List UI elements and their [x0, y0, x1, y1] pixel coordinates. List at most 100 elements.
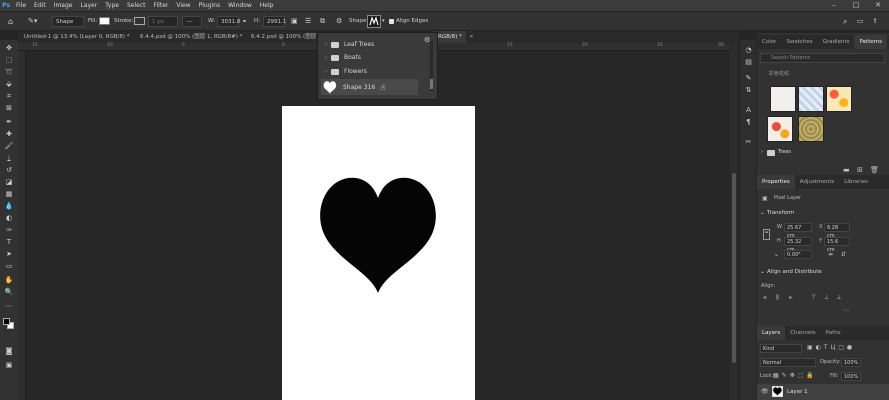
- chevron-right-icon[interactable]: ›: [761, 149, 763, 155]
- shape-folder-leaf-trees[interactable]: › Leaf Trees: [321, 38, 418, 51]
- character-icon[interactable]: A: [744, 106, 753, 115]
- align-top-icon[interactable]: ⊤: [811, 294, 816, 301]
- home-icon[interactable]: ⌂: [8, 16, 13, 27]
- dodge-tool-icon[interactable]: ◐: [3, 213, 15, 223]
- menu-file[interactable]: File: [12, 2, 30, 9]
- pattern-folder-trees[interactable]: Trees: [778, 149, 791, 155]
- lasso-tool-icon[interactable]: ➰: [3, 67, 15, 77]
- align-left-icon[interactable]: ⫷: [763, 294, 766, 302]
- link-icon[interactable]: ⚭: [763, 229, 770, 240]
- menu-type[interactable]: Type: [101, 2, 123, 9]
- eyedropper-tool-icon[interactable]: ✒: [3, 117, 15, 127]
- history-icon[interactable]: ◔: [744, 46, 753, 55]
- tab-adjustments[interactable]: Adjustments: [795, 175, 839, 189]
- transform-height-field[interactable]: 25.32 cm: [784, 237, 812, 253]
- eye-icon[interactable]: 👁: [761, 388, 769, 395]
- align-bottom-icon[interactable]: ⟂: [837, 294, 841, 302]
- gear-icon[interactable]: ⚙: [336, 16, 342, 27]
- pattern-thumb-flowers[interactable]: [826, 86, 852, 112]
- frame-tool-icon[interactable]: ⊠: [3, 103, 15, 113]
- tab-patterns[interactable]: Patterns: [854, 35, 888, 49]
- screen-mode-icon[interactable]: ▣: [3, 360, 15, 370]
- pen-tool-icon[interactable]: ✑: [3, 225, 15, 235]
- tab-libraries[interactable]: Libraries: [839, 175, 873, 189]
- workspace-icon[interactable]: ▭: [857, 16, 864, 27]
- object-select-tool-icon[interactable]: ⬙: [3, 79, 15, 89]
- brush-tool-icon[interactable]: 🖌: [3, 141, 15, 151]
- path-selection-tool-icon[interactable]: ➤: [3, 249, 15, 259]
- stroke-width-field[interactable]: 1 px: [148, 16, 178, 27]
- pattern-thumb-blue[interactable]: [798, 86, 824, 112]
- scrollbar-thumb[interactable]: [732, 173, 736, 363]
- healing-brush-tool-icon[interactable]: ✚: [3, 129, 15, 139]
- menu-filter[interactable]: Filter: [150, 2, 173, 9]
- menu-plugins[interactable]: Plugins: [195, 2, 225, 9]
- transform-x-field[interactable]: 8.28 cm: [824, 223, 850, 239]
- more-options-icon[interactable]: ⋯: [843, 307, 849, 314]
- transform-angle-field[interactable]: 0.00°: [784, 250, 812, 259]
- eraser-tool-icon[interactable]: ◪: [3, 177, 15, 187]
- crop-tool-icon[interactable]: ⌗: [3, 91, 15, 101]
- path-operations-icon[interactable]: ▣: [291, 16, 298, 27]
- shape-tool-icon[interactable]: ▭: [3, 261, 15, 271]
- blur-tool-icon[interactable]: 💧: [3, 201, 15, 211]
- scrollbar-thumb[interactable]: [430, 79, 433, 89]
- move-tool-icon[interactable]: ✥: [3, 43, 15, 53]
- tab-active-document[interactable]: RGB/8) *: [434, 31, 466, 43]
- opacity-field[interactable]: 100%: [841, 358, 861, 367]
- shape-folder-boats[interactable]: › Boats: [321, 51, 418, 64]
- layer-row[interactable]: 👁 Layer 1: [757, 384, 889, 400]
- fill-field[interactable]: 100%: [841, 372, 861, 381]
- align-middle-icon[interactable]: ⊥: [824, 294, 829, 301]
- menu-layer[interactable]: Layer: [76, 2, 101, 9]
- align-center-icon[interactable]: ⫼: [776, 294, 779, 302]
- mode-select[interactable]: Shape: [52, 16, 84, 27]
- flip-vertical-icon[interactable]: ⇵: [841, 251, 846, 258]
- gradient-tool-icon[interactable]: ▦: [3, 189, 15, 199]
- tab-layers[interactable]: Layers: [757, 326, 786, 340]
- stroke-swatch[interactable]: [134, 17, 145, 25]
- pattern-thumb-white[interactable]: [770, 86, 796, 112]
- new-group-icon[interactable]: ▬: [843, 166, 850, 174]
- shape-item-316[interactable]: Shape 316 ☝: [321, 79, 418, 95]
- tool-preset-icon[interactable]: ✎▾: [28, 16, 37, 27]
- tab-properties[interactable]: Properties: [757, 175, 795, 189]
- hand-tool-icon[interactable]: ✋: [3, 275, 15, 285]
- tab-untitled-1[interactable]: Untitled-1 @ 13.4% (Layer 0, RGB/8) *: [20, 31, 134, 43]
- clone-stamp-tool-icon[interactable]: ⍊: [3, 153, 15, 163]
- paragraph-icon[interactable]: ¶: [744, 118, 753, 127]
- stroke-type-select[interactable]: ──: [182, 16, 202, 27]
- layer-filter-icons[interactable]: ▣◐TЦ▢●: [807, 344, 855, 351]
- foreground-color-swatch[interactable]: [3, 318, 10, 325]
- align-right-icon[interactable]: ⫸: [789, 294, 792, 302]
- close-icon[interactable]: ✕: [867, 0, 889, 11]
- tab-gradients[interactable]: Gradients: [818, 35, 855, 49]
- chevron-down-icon[interactable]: ⌄: [760, 269, 765, 275]
- trash-icon[interactable]: 🗑: [870, 166, 879, 174]
- marquee-tool-icon[interactable]: ⬚: [3, 55, 15, 65]
- pattern-thumb-roses[interactable]: [767, 116, 793, 142]
- shape-folder-flowers[interactable]: › Flowers: [321, 65, 418, 78]
- zoom-tool-icon[interactable]: 🔍: [3, 287, 15, 297]
- type-tool-icon[interactable]: T: [3, 237, 15, 247]
- tab-644-psd[interactable]: 6.4.4.psd @ 100% (图层 1, RGB/8#) *: [136, 31, 246, 43]
- chevron-down-icon[interactable]: ⌄: [760, 210, 765, 216]
- dropdown-scrollbar[interactable]: [430, 41, 433, 91]
- link-icon[interactable]: ⚭: [242, 16, 247, 27]
- pattern-thumb-gold[interactable]: [798, 116, 824, 142]
- menu-select[interactable]: Select: [123, 2, 150, 9]
- menu-image[interactable]: Image: [50, 2, 77, 9]
- layer-filter-select[interactable]: Kind: [760, 344, 802, 353]
- share-icon[interactable]: ⇪: [872, 16, 878, 27]
- tab-channels[interactable]: Channels: [785, 326, 820, 340]
- height-field[interactable]: 2991.1: [263, 16, 286, 27]
- align-edges-checkbox[interactable]: [389, 19, 394, 24]
- blend-mode-select[interactable]: Normal: [760, 358, 816, 367]
- maximize-icon[interactable]: □: [845, 0, 867, 11]
- new-pattern-icon[interactable]: ⊞: [857, 166, 863, 174]
- history-brush-tool-icon[interactable]: ↺: [3, 165, 15, 175]
- path-arrangement-icon[interactable]: ⧉: [320, 16, 325, 27]
- quick-mask-icon[interactable]: ◙: [3, 346, 15, 356]
- heart-shape[interactable]: [318, 176, 440, 296]
- tab-swatches[interactable]: Swatches: [781, 35, 817, 49]
